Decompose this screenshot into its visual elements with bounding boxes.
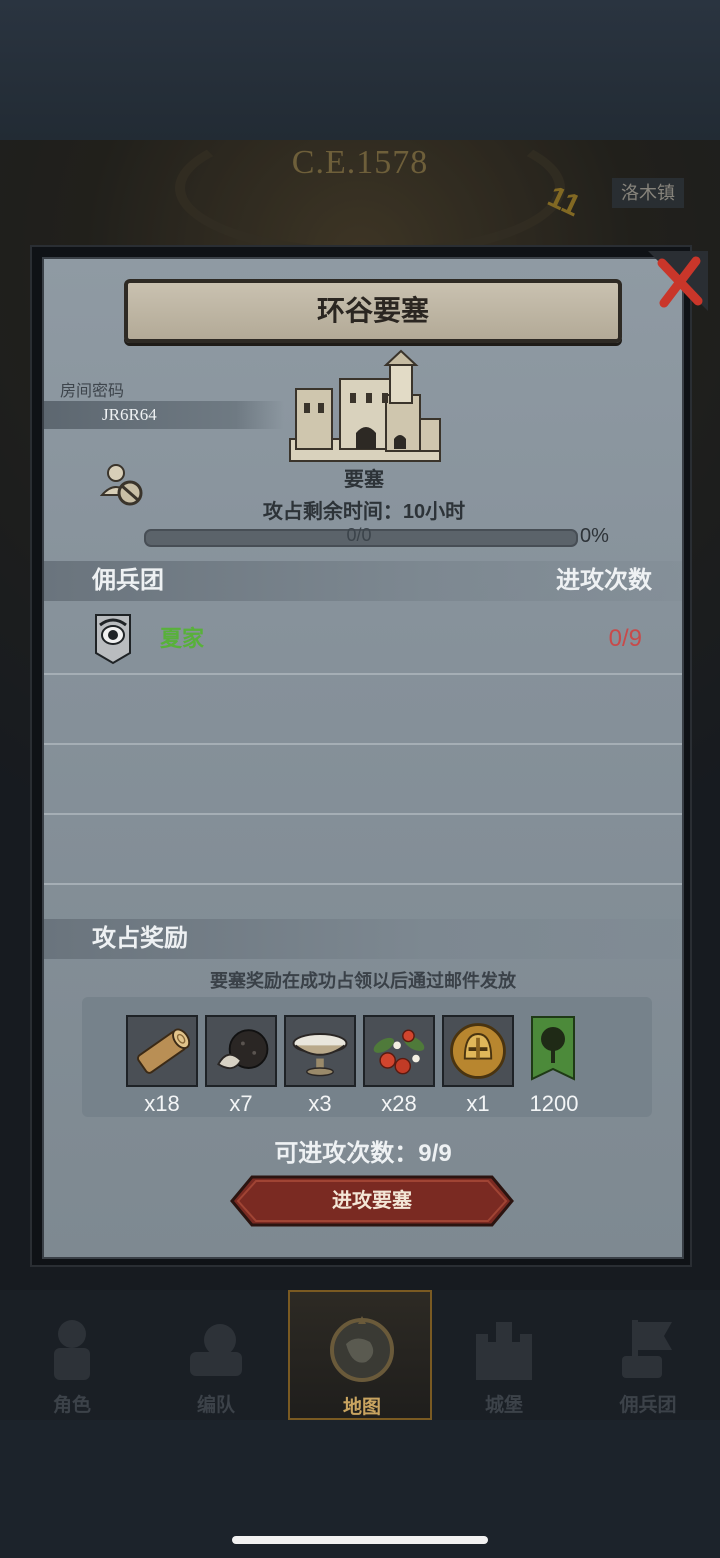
nav-mercenary[interactable]: 佣兵团 [576,1290,720,1420]
nav-role[interactable]: 角色 [0,1290,144,1420]
rewards-section-header: 攻占奖励 [44,919,682,959]
mercenary-header-label: 佣兵团 [92,567,164,594]
attack-count-header-label: 进攻次数 [556,567,652,594]
attack-fortress-button[interactable]: 进攻要塞 [230,1175,514,1227]
room-password-label: 房间密码 [60,383,125,400]
tree-banner-icon[interactable] [528,1015,578,1087]
dialog-title: 环谷要塞 [316,295,429,326]
building-type-label: 要塞 [344,469,384,491]
rewards-list: x18 x7 x3 x28 x1 1200 [82,997,652,1117]
berries-icon[interactable] [363,1015,435,1087]
castle-icon [468,1312,540,1384]
reward-qty: 1200 [529,1091,579,1116]
reward-qty: x7 [229,1091,253,1116]
nav-label: 佣兵团 [619,1395,677,1416]
fortress-dialog: 环谷要塞 房间密码 JR6R64 要塞 攻占剩余时间：10小时 0/0 0% 佣… [30,245,708,1267]
salt-bowl-icon[interactable] [284,1015,356,1087]
dialog-title-bar: 环谷要塞 [124,279,622,343]
knight-icon [36,1312,108,1384]
empty-mercenary-row [44,815,682,885]
home-indicator[interactable] [232,1536,488,1544]
compass-map-icon [326,1314,398,1386]
mercenary-attack-count: 0/9 [608,625,642,652]
nav-formation[interactable]: 编队 [144,1290,288,1420]
nav-label: 地图 [342,1397,381,1418]
capture-progress-text: 0/0 [346,525,372,545]
nav-castle[interactable]: 城堡 [432,1290,576,1420]
wood-log-icon[interactable] [126,1015,198,1087]
mercenary-emblem-icon [94,613,132,665]
empty-mercenary-row [44,675,682,745]
mercenary-section-header: 佣兵团 进攻次数 [44,561,682,601]
formation-icon [180,1312,252,1384]
mercenary-name: 夏家 [160,626,205,651]
remaining-attempts: 可进攻次数：9/9 [274,1140,452,1167]
mercenary-icon [612,1312,684,1384]
no-join-icon[interactable] [99,461,146,507]
reward-qty: x3 [308,1091,332,1116]
close-x-icon[interactable] [648,251,708,311]
empty-mercenary-row [44,745,682,815]
capture-progress-percent: 0% [580,525,609,547]
reward-qty: x18 [144,1091,180,1116]
nav-label: 城堡 [484,1395,523,1416]
fortress-icon [282,349,446,469]
dialog-body: 环谷要塞 房间密码 JR6R64 要塞 攻占剩余时间：10小时 0/0 0% 佣… [42,251,708,1259]
attack-button-label: 进攻要塞 [332,1190,412,1212]
capture-time-remaining: 攻占剩余时间：10小时 [262,501,466,523]
rewards-header-label: 攻占奖励 [92,925,188,952]
reward-qty: x1 [466,1091,490,1116]
gold-helmet-icon[interactable] [442,1015,514,1087]
bottom-navigation: 角色 编队 地图 城堡 佣兵团 [0,1290,720,1420]
truffle-icon[interactable] [205,1015,277,1087]
reward-qty: x28 [381,1091,417,1116]
nav-label: 编队 [196,1395,235,1416]
room-password-value[interactable]: JR6R64 [44,401,284,429]
mercenary-row[interactable]: 夏家 0/9 [44,605,682,675]
nav-map[interactable]: 地图 [288,1290,432,1420]
rewards-note: 要塞奖励在成功占领以后通过邮件发放 [210,971,516,991]
nav-label: 角色 [52,1395,91,1416]
